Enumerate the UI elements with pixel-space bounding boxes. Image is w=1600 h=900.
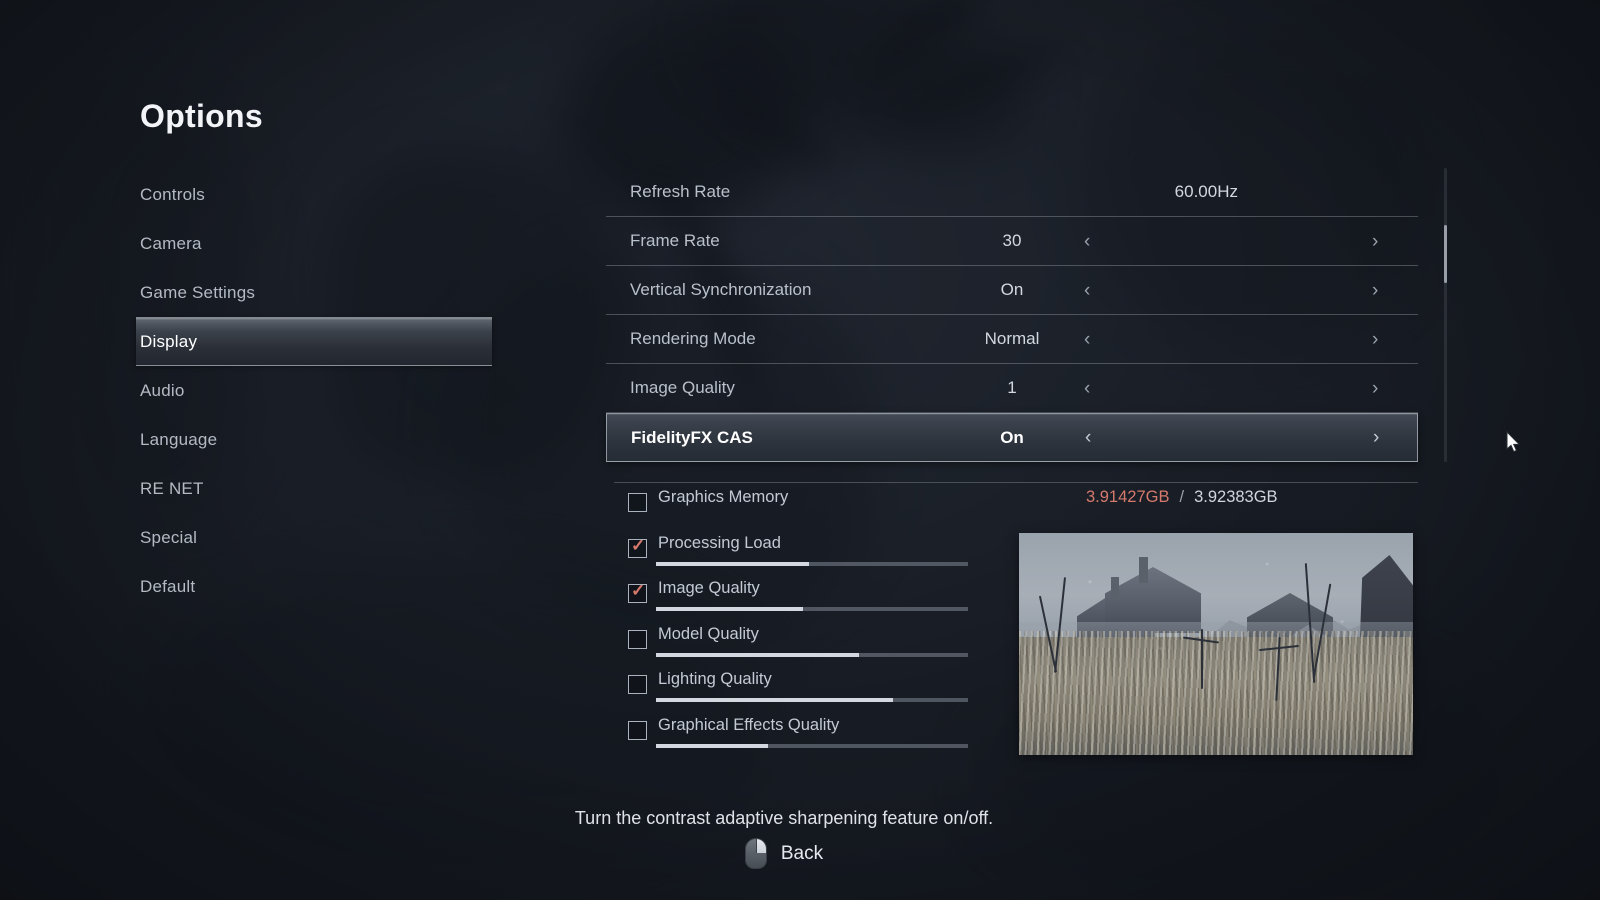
setting-row-rendering-mode[interactable]: Rendering Mode ‹ › Normal: [606, 315, 1418, 364]
chevron-left-icon[interactable]: ‹: [1084, 281, 1090, 300]
sidebar-item-display[interactable]: Display: [136, 317, 492, 366]
mouse-button-divider: [755, 839, 757, 853]
stat-label: Processing Load: [658, 533, 781, 552]
options-category-sidebar: Controls Camera Game Settings Display Audio L…: [136, 170, 492, 611]
setting-row-vertical-synchronization[interactable]: Vertical Synchronization ‹ › On: [606, 266, 1418, 315]
sidebar-item-label: Controls: [140, 184, 205, 204]
stat-meter-fill: [656, 743, 769, 748]
stat-label: Model Quality: [658, 624, 759, 643]
setting-description-hint: Turn the contrast adaptive sharpening fe…: [574, 808, 994, 828]
sidebar-item-re-net[interactable]: RE NET: [140, 464, 492, 513]
setting-value: On: [1000, 427, 1024, 447]
mouse-right-button: [755, 839, 766, 853]
back-button-label: Back: [780, 842, 824, 864]
setting-value: 60.00Hz: [1174, 182, 1238, 201]
graphics-memory-separator: /: [1179, 488, 1185, 506]
sidebar-item-label: Camera: [140, 233, 202, 253]
setting-label: Rendering Mode: [630, 329, 756, 348]
graphics-preview-thumbnail: [1019, 533, 1413, 755]
chevron-left-icon[interactable]: ‹: [1084, 330, 1090, 349]
sidebar-item-label: Game Settings: [140, 282, 256, 302]
stat-row-graphics-memory: Graphics Memory 3.91427GB / 3.92383GB: [606, 482, 1418, 528]
stat-meter-graphical-effects-quality: [656, 743, 968, 748]
setting-label: Refresh Rate: [630, 182, 731, 201]
setting-value: On: [1000, 280, 1024, 299]
stat-meter-fill: [656, 607, 803, 611]
checkbox-image-quality[interactable]: ✓: [628, 581, 647, 603]
setting-label: FidelityFX CAS: [631, 427, 753, 447]
setting-row-refresh-rate[interactable]: Refresh Rate 60.00Hz: [606, 168, 1418, 217]
setting-label: Image Quality: [630, 378, 735, 397]
chevron-right-icon[interactable]: ›: [1372, 379, 1378, 398]
check-icon: ✓: [631, 581, 646, 600]
settings-scrollbar[interactable]: [1444, 168, 1447, 462]
sidebar-item-label: Language: [140, 429, 218, 449]
checkbox-processing-load[interactable]: ✓: [628, 535, 647, 558]
setting-value: 30: [1002, 231, 1022, 250]
back-button[interactable]: Back: [0, 838, 1568, 869]
chevron-left-icon[interactable]: ‹: [1085, 428, 1091, 447]
sidebar-item-label: Default: [140, 576, 196, 596]
setting-row-frame-rate[interactable]: Frame Rate ‹ › 30: [606, 217, 1418, 266]
sidebar-item-label: RE NET: [140, 478, 204, 498]
setting-label: Frame Rate: [630, 231, 720, 250]
sidebar-item-language[interactable]: Language: [140, 415, 492, 464]
sidebar-item-game-settings[interactable]: Game Settings: [140, 268, 492, 317]
stat-label: Graphical Effects Quality: [658, 715, 840, 734]
setting-value: 1: [1007, 378, 1017, 397]
chevron-right-icon[interactable]: ›: [1372, 281, 1378, 300]
display-settings-list: Refresh Rate 60.00Hz Frame Rate ‹ › 30 Vertica…: [606, 168, 1418, 462]
sidebar-item-label: Display: [140, 331, 198, 351]
settings-scrollbar-thumb[interactable]: [1444, 225, 1447, 283]
stat-meter-processing-load: [656, 561, 968, 566]
stat-label: Image Quality: [658, 579, 760, 597]
preview-snowfall: [1019, 533, 1413, 755]
chevron-left-icon[interactable]: ‹: [1084, 232, 1090, 251]
graphics-memory-used: 3.91427GB: [1086, 488, 1170, 506]
sidebar-item-audio[interactable]: Audio: [140, 366, 492, 415]
chevron-right-icon[interactable]: ›: [1373, 428, 1379, 447]
stat-meter-image-quality: [656, 607, 968, 611]
setting-label: Vertical Synchronization: [630, 280, 812, 299]
chevron-right-icon[interactable]: ›: [1372, 330, 1378, 349]
setting-row-image-quality[interactable]: Image Quality ‹ › 1: [606, 364, 1418, 413]
mouse-cursor: [1506, 430, 1522, 455]
stat-meter-fill: [656, 698, 894, 702]
sidebar-item-label: Special: [140, 527, 198, 547]
stat-meter-fill: [656, 561, 809, 566]
sidebar-item-default[interactable]: Default: [140, 562, 492, 611]
graphics-memory-total: 3.92383GB: [1194, 488, 1278, 506]
checkbox-graphical-effects-quality[interactable]: [628, 720, 647, 740]
stat-meter-fill: [656, 652, 859, 657]
sidebar-item-special[interactable]: Special: [140, 513, 492, 562]
chevron-left-icon[interactable]: ‹: [1084, 379, 1090, 398]
checkbox-model-quality[interactable]: [628, 629, 647, 649]
chevron-right-icon[interactable]: ›: [1372, 232, 1378, 251]
checkbox-graphics-memory[interactable]: [628, 493, 647, 512]
setting-value: Normal: [984, 329, 1040, 348]
stat-meter-model-quality: [656, 652, 968, 657]
options-screen: Options Controls Camera Game Settings Displ…: [0, 0, 1600, 900]
mouse-right-click-icon: [744, 838, 767, 869]
sidebar-item-label: Audio: [140, 380, 185, 400]
checkbox-lighting-quality[interactable]: [628, 675, 647, 694]
stat-label: Graphics Memory: [658, 488, 789, 506]
sidebar-item-camera[interactable]: Camera: [140, 219, 492, 268]
check-icon: ✓: [631, 535, 646, 555]
stat-label: Lighting Quality: [658, 670, 772, 688]
graphics-memory-readout: 3.91427GB / 3.92383GB: [1086, 488, 1278, 507]
page-title: Options: [140, 98, 263, 134]
sidebar-item-controls[interactable]: Controls: [140, 170, 492, 219]
setting-row-fidelityfx-cas[interactable]: FidelityFX CAS ‹ › On: [606, 413, 1418, 462]
stat-meter-lighting-quality: [656, 698, 968, 702]
